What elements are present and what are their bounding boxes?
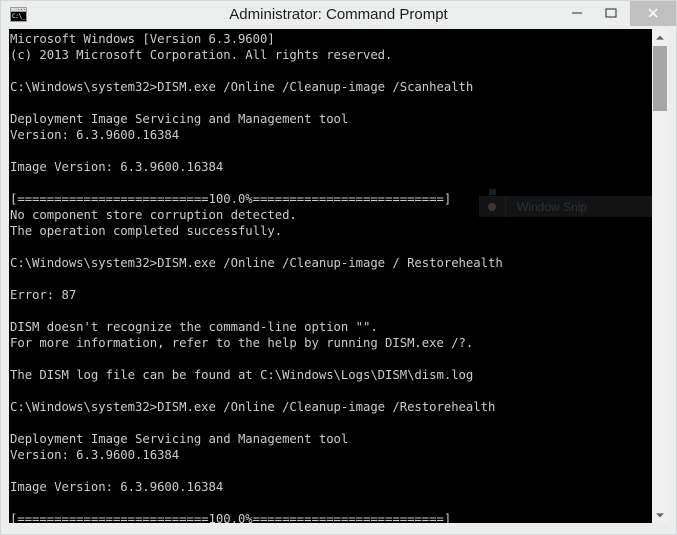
minimize-button[interactable] [560, 1, 594, 25]
console-scrollbar[interactable] [652, 29, 668, 523]
overlay-divider [505, 196, 506, 217]
snip-overlay-tail [489, 189, 496, 195]
console-output-text: Microsoft Windows [Version 6.3.9600] (c)… [10, 32, 503, 523]
icon-prompt-glyph: C:\_ [11, 12, 26, 21]
minimize-icon [572, 12, 582, 14]
window-snip-label: Window Snip [517, 199, 588, 214]
maximize-button[interactable] [594, 1, 628, 25]
command-prompt-icon[interactable]: C:\_ [10, 7, 27, 22]
window-snip-overlay[interactable]: Window Snip [479, 196, 652, 217]
scrollbar-track[interactable] [652, 46, 668, 506]
chevron-up-icon [656, 35, 664, 40]
command-prompt-window: C:\_ Administrator: Command Prompt ✕ Mic… [0, 0, 677, 535]
record-dot-icon [488, 202, 496, 211]
maximize-icon [605, 8, 617, 18]
console-client-area: Microsoft Windows [Version 6.3.9600] (c)… [9, 29, 668, 523]
close-button[interactable]: ✕ [630, 1, 676, 26]
scroll-down-button[interactable] [652, 506, 668, 523]
scrollbar-thumb[interactable] [653, 46, 667, 111]
close-icon: ✕ [646, 5, 660, 22]
console-output-surface[interactable]: Microsoft Windows [Version 6.3.9600] (c)… [9, 29, 652, 523]
title-bar[interactable]: C:\_ Administrator: Command Prompt ✕ [1, 1, 676, 29]
chevron-down-icon [656, 512, 664, 517]
scroll-up-button[interactable] [652, 29, 668, 46]
